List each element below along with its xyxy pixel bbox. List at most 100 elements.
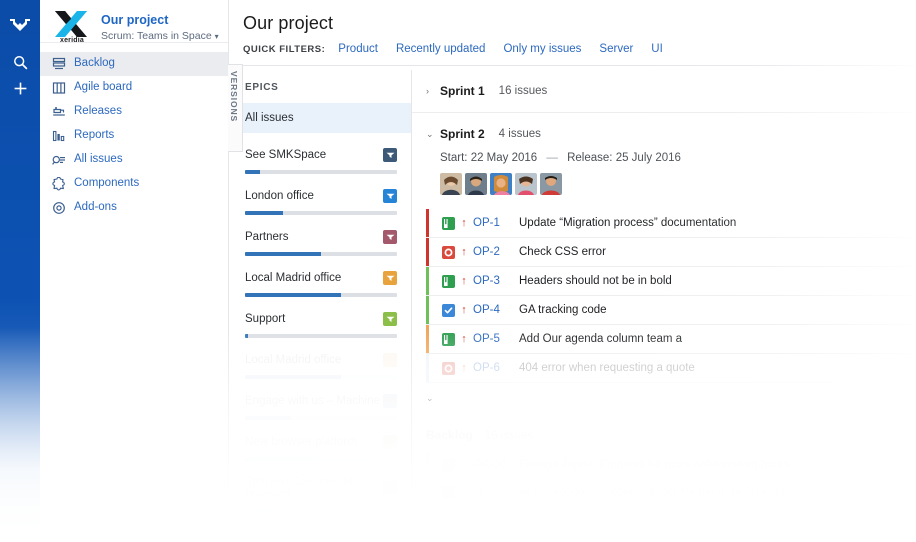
sidebar-item-label: Reports [74,129,115,142]
issue-key[interactable]: OP-6 [473,362,519,374]
avatar[interactable] [440,173,462,195]
epic-item[interactable]: Engage with us – Machine [229,379,411,420]
epic-color-stripe [426,354,429,382]
sidebar-item-label: Add-ons [74,201,117,214]
epic-color-badge[interactable] [383,435,397,449]
epic-item[interactable]: Support [229,297,411,338]
sidebar-nav: Backlog Agile board Releases Reports All… [40,52,228,220]
epic-item[interactable]: New browser platform [229,420,411,461]
table-row[interactable]: ↑ OP-4 GA tracking code [426,296,916,325]
epics-faded-group: Local Madrid office Engage with us – Mac… [229,338,411,542]
epic-item[interactable]: Split text Columns all browsers [229,461,411,512]
versions-tab[interactable]: VERSIONS [228,64,243,152]
table-row[interactable]: ↑ OP-5 Add Our agenda column team a [426,325,916,354]
plus-icon[interactable] [0,76,40,100]
bug-icon [442,245,455,259]
table-row[interactable]: ↑ OP-1 Update “Migration process” docume… [426,209,916,238]
sidebar-item-releases[interactable]: Releases [40,100,228,124]
epic-item[interactable]: Partners [229,215,411,256]
epic-name: New browser platform [245,436,357,448]
table-row[interactable]: ↑ OP-27 Arms recognising open dataset fi… [426,479,916,506]
sprint-collapse-toggle[interactable]: ⌄ [412,388,916,406]
epic-color-badge[interactable] [383,481,397,495]
sprint-header-1[interactable]: › Sprint 1 16 issues [412,70,916,113]
sidebar-item-components[interactable]: Components [40,172,228,196]
sidebar-item-label: All issues [74,153,123,166]
main-content: Our project QUICK FILTERS: Product Recen… [228,0,916,542]
issue-key[interactable]: OP-3 [473,275,519,287]
issue-key[interactable]: OP-5 [473,333,519,345]
table-row[interactable]: ↑ OP-24 New GA off media or cashless 7 f… [426,506,916,533]
releases-icon [52,105,74,119]
table-row[interactable]: ↑ OP-2 Check CSS error [426,238,916,267]
epic-item[interactable]: Local Madrid office [229,256,411,297]
board-icon [52,81,74,95]
issue-key[interactable]: OP-24 [473,513,519,525]
epic-all-issues[interactable]: All issues [229,103,411,133]
epic-color-badge[interactable] [383,189,397,203]
issue-summary: Headers should not be in bold [519,275,672,287]
sprint-header-2[interactable]: ⌄ Sprint 2 4 issues [412,113,916,141]
epic-item[interactable]: See SMKSpace [229,133,411,174]
table-row[interactable]: ↑ OP-6 404 error when requesting a quote [426,354,916,383]
sprint-issue-count: 16 issues [498,85,548,97]
avatar[interactable] [515,173,537,195]
chevron-down-icon[interactable]: ⌄ [426,393,434,403]
sidebar-item-backlog[interactable]: Backlog [40,52,228,76]
backlog-header[interactable]: Backlog 16 issues [412,406,916,442]
issue-key[interactable]: OP-30 [473,459,519,471]
xeridia-mark-icon[interactable] [0,14,40,40]
sprint-issue-list: ↑ OP-1 Update “Migration process” docume… [426,209,916,383]
bug-icon [442,361,455,375]
priority-major-icon: ↑ [461,274,467,287]
chevron-down-icon[interactable]: ⌄ [426,129,440,140]
epic-color-badge[interactable] [383,527,397,541]
backlog-icon [52,57,74,71]
issue-key[interactable]: OP-27 [473,486,519,498]
issue-key[interactable]: OP-4 [473,304,519,316]
issue-summary: 404 error when requesting a quote [519,362,695,374]
issue-key[interactable]: OP-1 [473,217,519,229]
chevron-right-icon[interactable]: › [426,86,440,96]
quick-filter-ui[interactable]: UI [651,43,663,55]
issue-key[interactable]: OP-2 [473,246,519,258]
epic-color-badge[interactable] [383,394,397,408]
sidebar-item-add-ons[interactable]: Add-ons [40,196,228,220]
project-header[interactable]: xeridia Our project Scrum: Teams in Spac… [40,0,228,44]
story-icon [442,332,455,346]
epic-name: Support [245,313,286,325]
table-row[interactable]: ↑ OP-30 Engage Jupiter Empress for more … [426,452,916,479]
sprint-avatars [412,164,916,195]
sprint-release-label: Release: [567,152,613,164]
xeridia-logo-icon [55,11,87,37]
quick-filter-server[interactable]: Server [599,43,633,55]
sidebar-item-agile-board[interactable]: Agile board [40,76,228,100]
epic-color-badge[interactable] [383,148,397,162]
chevron-down-icon[interactable]: ▾ [215,32,219,41]
quick-filter-recently-updated[interactable]: Recently updated [396,43,486,55]
avatar[interactable] [465,173,487,195]
backlog-title: Backlog [426,428,473,442]
addons-icon [52,201,74,215]
epic-color-badge[interactable] [383,312,397,326]
epic-item[interactable]: Automation [229,512,411,542]
search-icon[interactable] [0,50,40,74]
epic-color-badge[interactable] [383,271,397,285]
avatar[interactable] [540,173,562,195]
epic-item[interactable]: London office [229,174,411,215]
epic-name: Local Madrid office [245,354,342,366]
avatar[interactable] [490,173,512,195]
quick-filter-only-my-issues[interactable]: Only my issues [503,43,581,55]
epic-name: Split text Columns all browsers [245,476,353,500]
epic-color-badge[interactable] [383,230,397,244]
priority-major-icon: ↑ [461,332,467,345]
sidebar-item-all-issues[interactable]: All issues [40,148,228,172]
epic-item[interactable]: Local Madrid office [229,338,411,379]
sidebar-item-label: Components [74,177,140,190]
quick-filter-product[interactable]: Product [338,43,378,55]
project-name[interactable]: Our project [101,13,219,28]
table-row[interactable]: ↑ OP-3 Headers should not be in bold [426,267,916,296]
epic-color-badge[interactable] [383,353,397,367]
issue-summary: GA tracking code [519,304,607,316]
sidebar-item-reports[interactable]: Reports [40,124,228,148]
